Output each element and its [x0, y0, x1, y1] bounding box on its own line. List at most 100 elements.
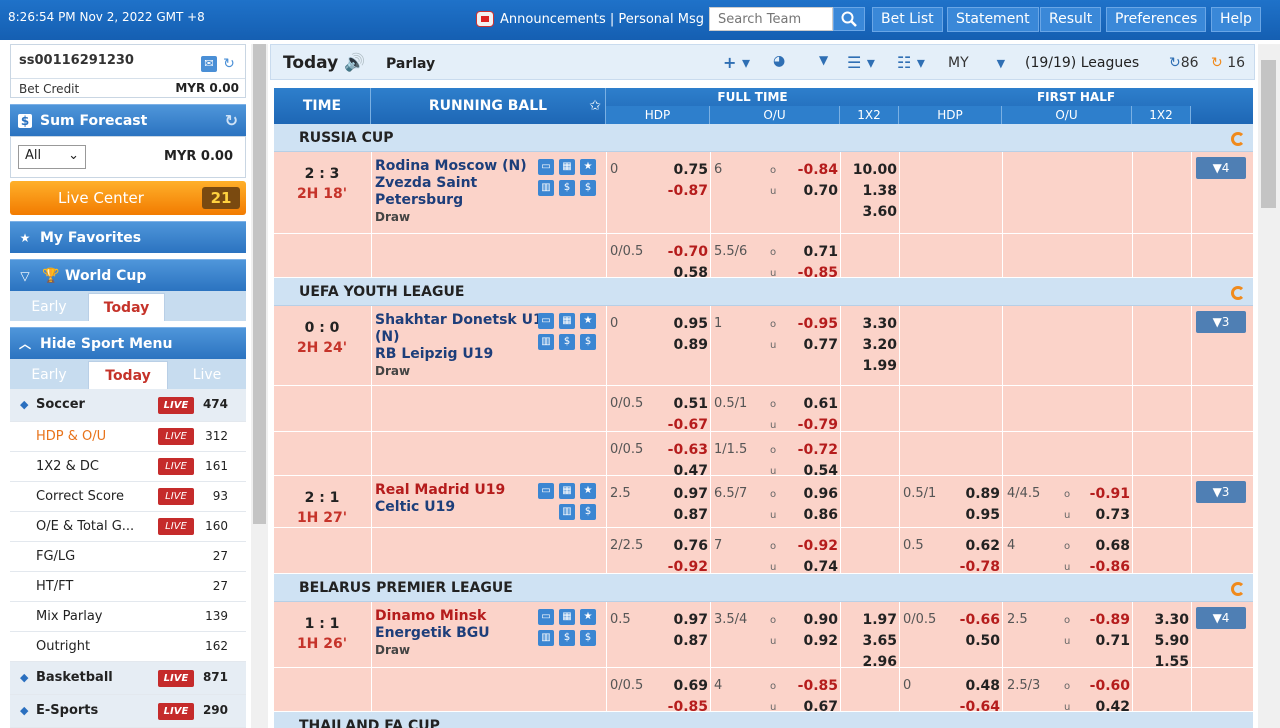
- cash-icon[interactable]: $: [559, 334, 575, 350]
- hide-sport-menu-header[interactable]: ︿ Hide Sport Menu: [10, 327, 246, 359]
- ft-1x2-odds[interactable]: 1.38: [842, 183, 897, 199]
- fh-hdp-home-odds[interactable]: 0.62: [942, 538, 1000, 554]
- refresh-icon[interactable]: [1231, 582, 1245, 596]
- ft-hdp-away-odds[interactable]: 0.87: [652, 507, 708, 523]
- sidebar-item-sport[interactable]: ◆ Soccer LIVE 474: [10, 389, 246, 422]
- ft-over-odds[interactable]: 0.61: [780, 396, 838, 412]
- league-row[interactable]: BELARUS PREMIER LEAGUE: [274, 574, 1253, 602]
- cashout-icon[interactable]: $: [580, 630, 596, 646]
- speaker-icon[interactable]: 🔊: [344, 53, 365, 73]
- sidebar-item-sport[interactable]: HDP & O/U LIVE 312: [10, 422, 246, 452]
- ft-over-odds[interactable]: -0.85: [780, 678, 838, 694]
- ft-hdp-home-odds[interactable]: -0.70: [652, 244, 708, 260]
- statement-button[interactable]: Statement: [947, 7, 1039, 32]
- sidebar-scrollbar[interactable]: [251, 44, 268, 728]
- forecast-select[interactable]: All ⌄: [18, 145, 86, 169]
- sidebar-item-sport[interactable]: Outright 162: [10, 632, 246, 662]
- sidebar-item-sport[interactable]: Correct Score LIVE 93: [10, 482, 246, 512]
- ft-over-odds[interactable]: -0.72: [780, 442, 838, 458]
- fh-hdp-away-odds[interactable]: 0.50: [942, 633, 1000, 649]
- sum-forecast-header[interactable]: $ Sum Forecast ↻: [10, 104, 246, 136]
- fh-under-odds[interactable]: 0.73: [1072, 507, 1130, 523]
- ft-1x2-odds[interactable]: 3.20: [842, 337, 897, 353]
- tab-today[interactable]: Today: [88, 293, 165, 321]
- fh-under-odds[interactable]: 0.71: [1072, 633, 1130, 649]
- message-icon[interactable]: ✉: [201, 56, 217, 72]
- league-row[interactable]: UEFA YOUTH LEAGUE: [274, 278, 1253, 306]
- sort-icon[interactable]: ☰ ▾: [847, 53, 875, 72]
- fh-over-odds[interactable]: -0.89: [1072, 612, 1130, 628]
- ft-1x2-odds[interactable]: 3.60: [842, 204, 897, 220]
- stats-grid-icon[interactable]: ▦: [559, 483, 575, 499]
- sidebar-item-sport[interactable]: Mix Parlay 139: [10, 602, 246, 632]
- star-icon[interactable]: ★: [580, 609, 596, 625]
- star-icon[interactable]: ✩: [589, 88, 601, 124]
- fh-hdp-away-odds[interactable]: -0.78: [942, 559, 1000, 575]
- chart-icon[interactable]: ▥: [559, 504, 575, 520]
- sidebar-item-sport[interactable]: HT/FT 27: [10, 572, 246, 602]
- cash-icon[interactable]: $: [580, 504, 596, 520]
- chevron-down-icon[interactable]: ▼: [819, 53, 828, 67]
- fh-1x2-odds[interactable]: 5.90: [1134, 633, 1189, 649]
- tv-icon[interactable]: ▭: [538, 609, 554, 625]
- ft-hdp-home-odds[interactable]: 0.75: [652, 162, 708, 178]
- more-bets-button[interactable]: ▼4: [1196, 157, 1246, 179]
- tab-today[interactable]: Today: [88, 361, 168, 389]
- ft-over-odds[interactable]: 0.90: [780, 612, 838, 628]
- sidebar-item-sport[interactable]: ◆ E-Sports LIVE 290: [10, 695, 246, 728]
- cashout-icon[interactable]: $: [580, 180, 596, 196]
- preferences-button[interactable]: Preferences: [1106, 7, 1207, 32]
- add-icon[interactable]: + ▾: [723, 53, 750, 72]
- more-bets-button[interactable]: ▼3: [1196, 481, 1246, 503]
- fh-over-odds[interactable]: 0.68: [1072, 538, 1130, 554]
- ft-1x2-odds[interactable]: 10.00: [842, 162, 897, 178]
- cash-icon[interactable]: $: [559, 180, 575, 196]
- tab-early[interactable]: Early: [10, 293, 88, 321]
- ft-hdp-away-odds[interactable]: -0.87: [652, 183, 708, 199]
- chart-icon[interactable]: ▥: [538, 180, 554, 196]
- list-icon[interactable]: ☷ ▾: [897, 53, 925, 72]
- star-icon[interactable]: ★: [580, 159, 596, 175]
- chart-icon[interactable]: ▥: [538, 334, 554, 350]
- parlay-link[interactable]: Parlay: [386, 56, 435, 72]
- ft-under-odds[interactable]: 0.77: [780, 337, 838, 353]
- help-button[interactable]: Help: [1211, 7, 1261, 32]
- sidebar-item-sport[interactable]: ◆ Basketball LIVE 871: [10, 662, 246, 695]
- fh-hdp-home-odds[interactable]: 0.48: [942, 678, 1000, 694]
- ft-hdp-away-odds[interactable]: -0.67: [652, 417, 708, 433]
- stats-grid-icon[interactable]: ▦: [559, 313, 575, 329]
- ft-1x2-odds[interactable]: 3.30: [842, 316, 897, 332]
- tab-live[interactable]: Live: [168, 361, 246, 389]
- my-favorites-header[interactable]: ★ My Favorites: [10, 221, 246, 253]
- ft-hdp-home-odds[interactable]: -0.63: [652, 442, 708, 458]
- result-button[interactable]: Result: [1040, 7, 1102, 32]
- ft-over-odds[interactable]: 0.71: [780, 244, 838, 260]
- sidebar-item-sport[interactable]: FG/LG 27: [10, 542, 246, 572]
- ft-hdp-home-odds[interactable]: 0.95: [652, 316, 708, 332]
- ft-hdp-home-odds[interactable]: 0.76: [652, 538, 708, 554]
- more-bets-button[interactable]: ▼3: [1196, 311, 1246, 333]
- ft-under-odds[interactable]: 0.92: [780, 633, 838, 649]
- cashout-icon[interactable]: $: [580, 334, 596, 350]
- ft-under-odds[interactable]: 0.86: [780, 507, 838, 523]
- search-button[interactable]: [833, 7, 865, 31]
- ft-1x2-odds[interactable]: 1.97: [842, 612, 897, 628]
- star-icon[interactable]: ★: [580, 483, 596, 499]
- tv-icon[interactable]: ▭: [538, 483, 554, 499]
- ft-over-odds[interactable]: -0.95: [780, 316, 838, 332]
- search-input[interactable]: [709, 7, 833, 31]
- live-refresh-counter[interactable]: ↻ 16: [1211, 55, 1245, 71]
- refresh-icon[interactable]: ↻: [221, 56, 237, 72]
- announcements-link[interactable]: Announcements | Personal Msg: [476, 11, 704, 27]
- fh-1x2-odds[interactable]: 3.30: [1134, 612, 1189, 628]
- ft-under-odds[interactable]: -0.79: [780, 417, 838, 433]
- leagues-filter[interactable]: (19/19) Leagues: [1025, 55, 1139, 71]
- ft-hdp-home-odds[interactable]: 0.97: [652, 486, 708, 502]
- ft-hdp-home-odds[interactable]: 0.69: [652, 678, 708, 694]
- odds-type-select[interactable]: MY ▼: [948, 55, 1005, 71]
- refresh-icon[interactable]: [1231, 132, 1245, 146]
- ft-under-odds[interactable]: 0.74: [780, 559, 838, 575]
- stats-grid-icon[interactable]: ▦: [559, 159, 575, 175]
- bet-list-button[interactable]: Bet List: [872, 7, 943, 32]
- scroll-thumb[interactable]: [253, 44, 266, 524]
